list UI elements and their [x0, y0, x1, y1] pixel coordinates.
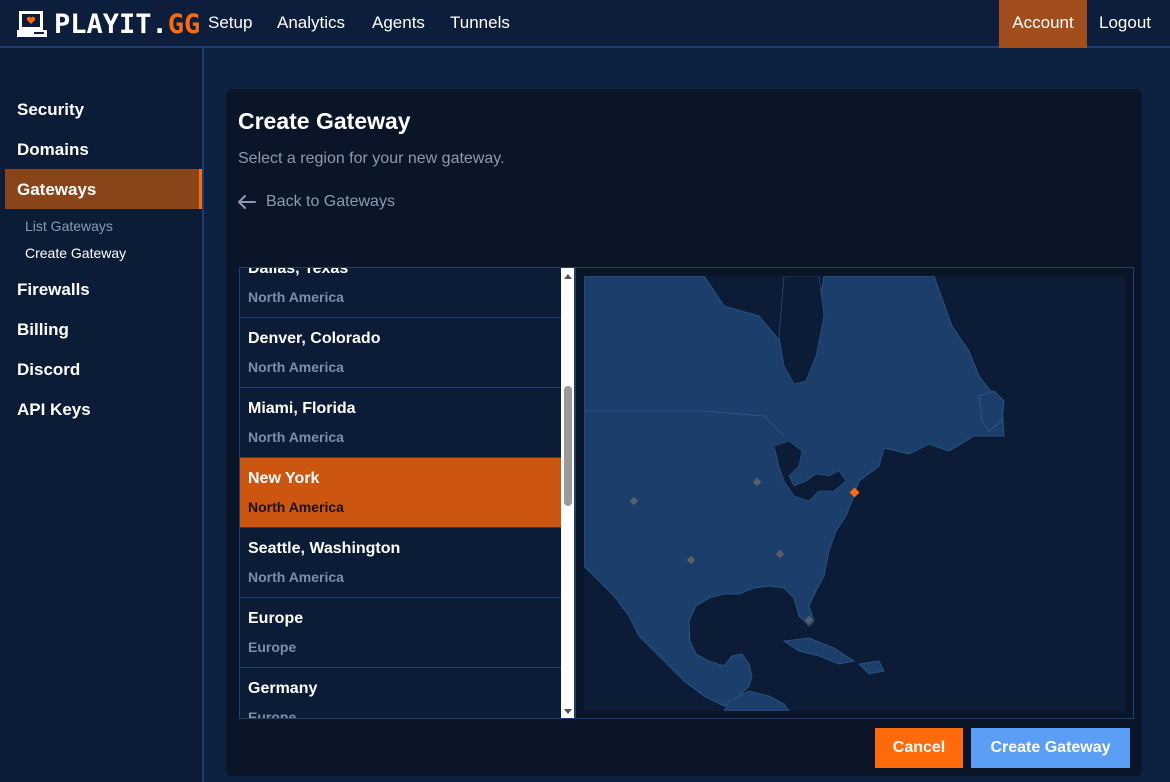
region-option[interactable]: Seattle, Washington North America [240, 528, 561, 598]
sidebar-item-api-keys[interactable]: API Keys [17, 400, 91, 420]
cancel-button[interactable]: Cancel [875, 728, 963, 768]
region-name: New York [248, 470, 320, 487]
computer-icon [17, 11, 47, 37]
region-name: Dallas, Texas [248, 267, 349, 277]
scrollbar-thumb[interactable] [564, 386, 572, 506]
region-list[interactable]: Dallas, Texas North America Denver, Colo… [239, 267, 575, 719]
top-navbar: PLAYIT.GG Setup Analytics Agents Tunnels… [0, 0, 1170, 48]
create-gateway-button[interactable]: Create Gateway [971, 728, 1130, 768]
region-option[interactable]: Miami, Florida North America [240, 388, 561, 458]
region-continent: North America [248, 359, 344, 375]
region-name: Miami, Florida [248, 400, 356, 417]
back-to-gateways-link[interactable]: Back to Gateways [238, 193, 395, 211]
sidebar-item-security[interactable]: Security [17, 100, 84, 120]
brand-name: PLAYIT.GG [54, 8, 201, 40]
scroll-down-arrow-icon[interactable] [563, 706, 573, 716]
nav-logout[interactable]: Logout [1099, 0, 1151, 46]
region-continent: North America [248, 499, 344, 515]
region-option[interactable]: Dallas, Texas North America [240, 267, 561, 318]
region-option[interactable]: Europe Europe [240, 598, 561, 668]
sidebar-subitem-create-gateway[interactable]: Create Gateway [25, 245, 126, 261]
region-continent: North America [248, 429, 344, 445]
region-option[interactable]: Denver, Colorado North America [240, 318, 561, 388]
nav-setup[interactable]: Setup [208, 0, 252, 46]
region-name: Europe [248, 610, 304, 627]
sidebar-item-firewalls[interactable]: Firewalls [17, 280, 90, 300]
brand-logo[interactable]: PLAYIT.GG [16, 8, 200, 40]
sidebar-item-billing[interactable]: Billing [17, 320, 69, 340]
region-name: Germany [248, 680, 318, 697]
region-name: Seattle, Washington [248, 540, 401, 557]
sidebar-item-domains[interactable]: Domains [17, 140, 89, 160]
region-list-scrollbar[interactable] [561, 268, 574, 718]
north-america-map [584, 276, 1125, 711]
nav-analytics[interactable]: Analytics [277, 0, 345, 46]
region-option[interactable]: Germany Europe [240, 668, 561, 719]
page-subtitle: Select a region for your new gateway. [238, 150, 505, 167]
sidebar-item-gateways[interactable]: Gateways [17, 180, 96, 200]
sidebar-item-discord[interactable]: Discord [17, 360, 80, 380]
nav-account[interactable]: Account [999, 0, 1087, 48]
nav-tunnels[interactable]: Tunnels [450, 0, 510, 46]
region-continent: North America [248, 289, 344, 305]
region-continent: Europe [248, 709, 297, 719]
region-continent: Europe [248, 639, 297, 655]
sidebar: Security Domains Gateways List Gateways … [0, 48, 204, 782]
region-option-selected[interactable]: New York North America [240, 458, 561, 528]
nav-agents[interactable]: Agents [372, 0, 425, 46]
region-name: Denver, Colorado [248, 330, 381, 347]
page-title: Create Gateway [238, 108, 411, 134]
scroll-up-arrow-icon[interactable] [563, 272, 573, 282]
sidebar-subitem-list-gateways[interactable]: List Gateways [25, 218, 113, 234]
back-link-label: Back to Gateways [266, 193, 395, 210]
arrow-left-icon [238, 195, 256, 209]
region-continent: North America [248, 569, 344, 585]
region-map[interactable] [575, 267, 1134, 719]
